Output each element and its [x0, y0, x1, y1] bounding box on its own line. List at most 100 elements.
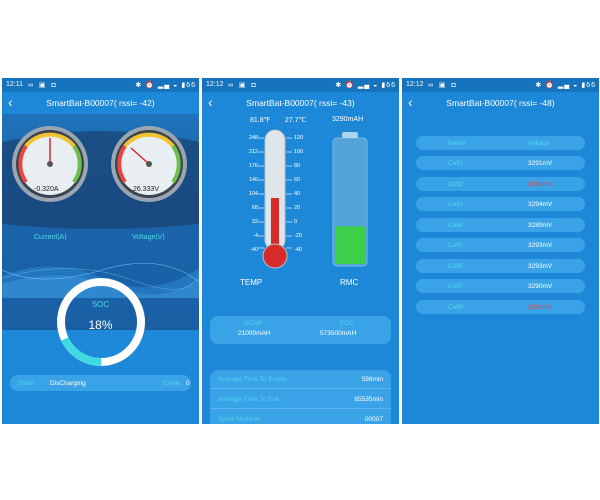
device-title: SmartBat-B00007( rssi= -43) [246, 98, 355, 108]
battery-level: 66 [186, 82, 196, 89]
device-title: SmartBat-B00007( rssi= -48) [446, 98, 555, 108]
scale-f-tick: -4 [253, 233, 258, 239]
scale-f-tick: 176 [248, 163, 258, 169]
cell-name: Cell7 [448, 283, 463, 290]
notification-icons: ∞ ▣ ◘ [28, 82, 58, 89]
battery-level: 66 [386, 82, 396, 89]
notification-icons: ∞ ▣ ◘ [228, 82, 258, 89]
scale-c-tick: 0 [294, 219, 298, 225]
cell-row: Cell3 3294mV [416, 197, 585, 211]
state-value: DisCharging [50, 380, 86, 387]
status-bar: 12:12 ∞ ▣ ◘ ✱ ⏰ ▂▄ ◒ ▮66 [402, 78, 599, 92]
serial-label: Serial Number: [218, 416, 262, 423]
app-bar: ‹ SmartBat-B00007( rssi= -48) [402, 92, 599, 114]
cell-row: Cell1 3291mV [416, 156, 585, 170]
device-title: SmartBat-B00007( rssi= -42) [46, 98, 155, 108]
temp-celsius: 27.7℃ [285, 117, 307, 124]
cell-row: Cell6 3293mV [416, 258, 585, 273]
scale-f-tick: 140 [248, 177, 258, 183]
soc-label: SOC [91, 300, 110, 309]
serial-row: Serial Number: 00007 [210, 410, 391, 424]
scale-c-tick: -40 [294, 247, 302, 253]
cell-voltage: 3293mV [528, 242, 553, 249]
scale-f-tick: 212 [248, 149, 258, 155]
avg-time-full-label: Average Time To Full [218, 396, 279, 403]
dcap-value: 21000mAH [238, 330, 271, 337]
scale-c-tick: -20 [294, 233, 302, 239]
scale-c-tick: 40 [294, 191, 301, 197]
phone-screen-temperature: 12:12 ∞ ▣ ◘ ✱ ⏰ ▂▄ ◒ ▮66 ‹ SmartBat-B000… [202, 78, 399, 424]
app-bar: ‹ SmartBat-B00007( rssi= -42) [2, 92, 199, 114]
system-icons: ✱ ⏰ ▂▄ ◒ ▮66 [535, 82, 596, 89]
rmc-label: RMC [340, 278, 359, 287]
cell-voltage: 3293mV [528, 262, 553, 270]
phone-screen-cells: 12:12 ∞ ▣ ◘ ✱ ⏰ ▂▄ ◒ ▮66 ‹ SmartBat-B000… [402, 78, 599, 424]
phone-screen-overview: 12:11 ∞ ▣ ◘ ✱ ⏰ ▂▄ ◒ ▮66 ‹ SmartBat-B000… [2, 78, 199, 424]
cell-row: Cell2 3289mV [416, 176, 585, 191]
cell-voltage: 3289mV [528, 221, 553, 229]
battery-level: 66 [586, 82, 596, 89]
temp-fahrenheit: 81.8℉ [250, 117, 271, 124]
cell-voltage: 3294mV [528, 201, 553, 208]
avg-time-full-row: Average Time To Full 65535min [210, 390, 391, 409]
cell-voltage: 3296mV [528, 303, 553, 311]
cell-voltage: 3290mV [528, 283, 553, 290]
cycle-value: 0 [186, 380, 190, 387]
header-name: Name [448, 140, 466, 147]
cell-row: Cell7 3290mV [416, 279, 585, 293]
app-bar: ‹ SmartBat-B00007( rssi= -43) [202, 92, 399, 114]
scale-f-tick: 248 [248, 135, 258, 141]
fcc-value: 573500mAH [320, 330, 357, 337]
scale-c-tick: 100 [294, 149, 304, 155]
system-icons: ✱ ⏰ ▂▄ ◒ ▮66 [135, 82, 196, 89]
avg-time-empty-label: Average Time To Empty [218, 376, 287, 383]
cell-name: Cell4 [448, 221, 463, 229]
cell-name: Cell1 [448, 160, 463, 167]
voltage-label: Voltage(V) [132, 234, 165, 241]
current-value: -0.320A [34, 186, 59, 193]
scale-c-tick: 80 [294, 163, 301, 169]
cell-row: Cell8 3296mV [416, 299, 585, 314]
system-icons: ✱ ⏰ ▂▄ ◒ ▮66 [335, 82, 396, 89]
scale-c-tick: 20 [294, 205, 301, 211]
voltage-value: 26.333V [133, 186, 160, 193]
temp-label: TEMP [240, 278, 263, 287]
scale-c-tick: 120 [294, 135, 304, 141]
cycle-label: Cycle: [163, 380, 182, 387]
cell-name: Cell8 [448, 303, 463, 311]
cell-name: Cell3 [448, 201, 463, 208]
rmc-battery [332, 132, 368, 267]
avg-time-empty-value: 598min [361, 376, 383, 383]
serial-value: 00007 [364, 416, 383, 423]
fcc-label: FCC [340, 320, 354, 327]
status-time: 12:12 [406, 81, 424, 88]
cells-header: Name Voltage [416, 136, 585, 150]
scale-f-tick: 104 [248, 191, 258, 197]
scale-f-tick: 32 [251, 219, 258, 225]
scale-f-tick: -40 [250, 247, 258, 253]
status-time: 12:11 [6, 81, 23, 88]
soc-value: 18% [88, 318, 113, 332]
cell-name: Cell2 [448, 180, 463, 188]
rmc-value: 3290mAH [332, 116, 364, 123]
avg-time-full-value: 65535min [354, 396, 383, 403]
scale-f-tick: 68 [251, 205, 258, 211]
dcap-label: DCAP [244, 320, 263, 327]
avg-time-empty-row: Average Time To Empty 598min [210, 370, 391, 389]
cell-row: Cell4 3289mV [416, 217, 585, 232]
cell-name: Cell5 [448, 242, 463, 249]
cell-voltage: 3289mV [528, 180, 553, 188]
capacity-card: DCAP 21000mAH FCC 573500mAH [210, 316, 391, 344]
status-bar: 12:11 ∞ ▣ ◘ ✱ ⏰ ▂▄ ◒ ▮66 [2, 78, 199, 92]
cell-voltage: 3291mV [528, 160, 553, 167]
cell-row: Cell5 3293mV [416, 238, 585, 252]
notification-icons: ∞ ▣ ◘ [428, 82, 458, 89]
current-label: Current(A) [34, 234, 67, 241]
state-label: State: [18, 380, 35, 387]
state-bar: State: DisCharging Cycle: 0 [10, 375, 191, 391]
scale-c-tick: 60 [294, 177, 301, 183]
cell-name: Cell6 [448, 262, 463, 270]
status-bar: 12:12 ∞ ▣ ◘ ✱ ⏰ ▂▄ ◒ ▮66 [202, 78, 399, 92]
status-time: 12:12 [206, 81, 224, 88]
header-voltage: Voltage [528, 140, 550, 147]
